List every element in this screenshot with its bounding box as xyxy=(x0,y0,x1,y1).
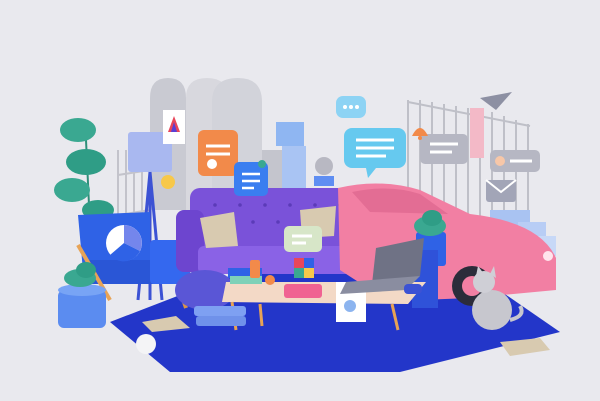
speech-bubble-small-icon xyxy=(336,96,366,118)
notification-card-icon xyxy=(284,226,322,252)
envelope-icon xyxy=(485,179,517,202)
scene-drawing xyxy=(0,0,600,401)
white-ball xyxy=(136,334,156,354)
contact-card-icon xyxy=(198,130,238,176)
picture-frame xyxy=(163,110,185,144)
floor-cushion-stack xyxy=(194,306,246,326)
floating-sphere xyxy=(315,157,333,175)
document-icon xyxy=(234,160,268,196)
pie-chart-icon xyxy=(106,225,142,262)
illustration-scene xyxy=(0,0,600,401)
small-blue-block xyxy=(314,176,334,186)
game-controller xyxy=(404,284,422,294)
rubik-cube xyxy=(294,258,314,278)
